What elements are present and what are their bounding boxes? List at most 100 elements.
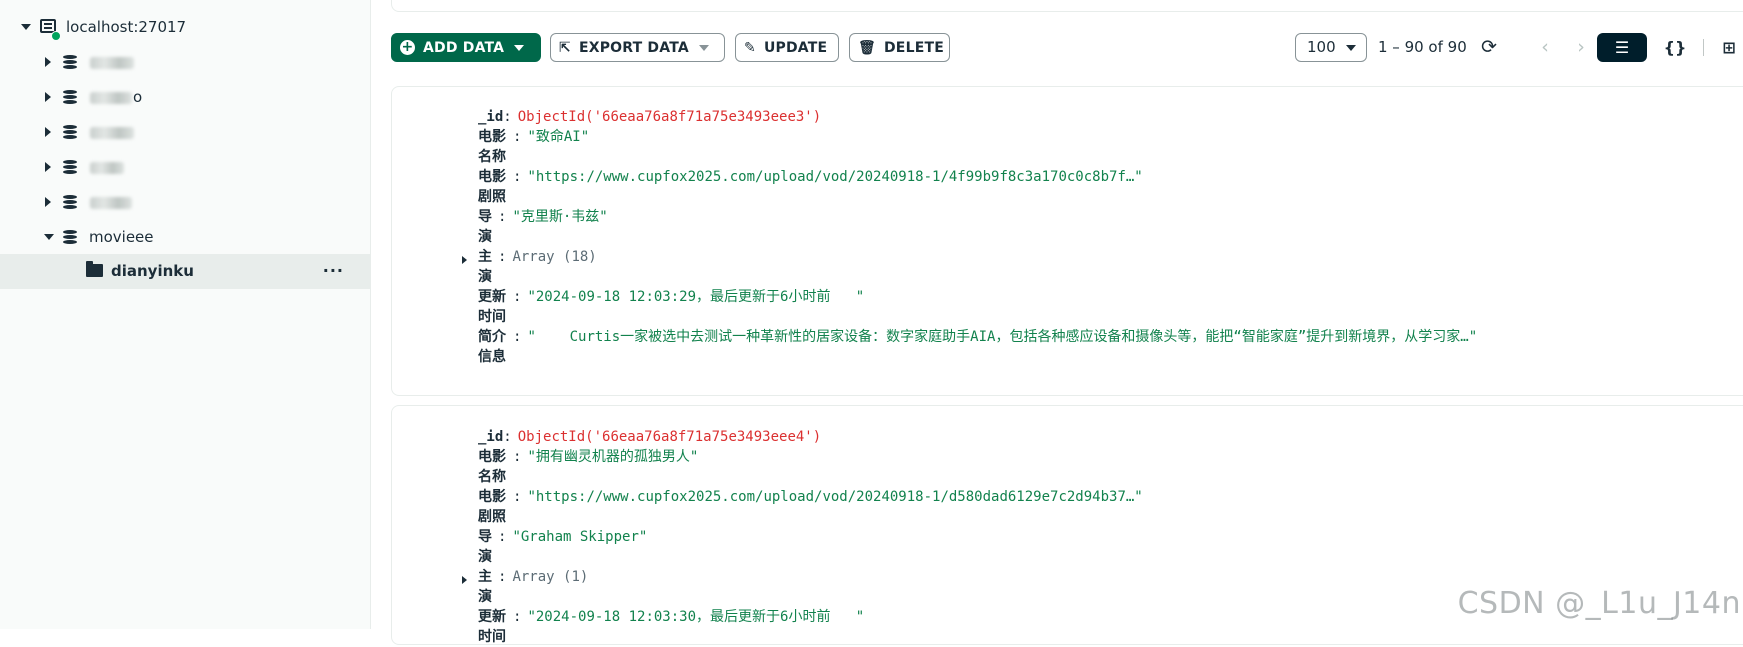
- chevron-right-icon[interactable]: [45, 92, 51, 102]
- more-options-icon[interactable]: ···: [323, 261, 344, 280]
- field-director[interactable]: 导演: "克里斯·韦兹": [478, 207, 1477, 247]
- field-key: 电影剧照: [478, 489, 506, 525]
- delete-label: DELETE: [883, 39, 944, 56]
- field-value-string: " Curtis一家被选中去测试一种革新性的居家设备：数字家庭助手AIA，包括各…: [527, 329, 1478, 345]
- add-data-button[interactable]: + ADD DATA: [391, 33, 541, 62]
- chevron-down-icon[interactable]: [21, 24, 31, 30]
- field-photo[interactable]: 电影剧照: "https://www.cupfox2025.com/upload…: [478, 167, 1477, 207]
- trash-icon: 🗑: [858, 39, 876, 56]
- field-key: 主演: [478, 569, 492, 605]
- field-key: 导演: [478, 529, 492, 565]
- export-icon: ⇱: [559, 39, 571, 56]
- redacted-database-name: [90, 162, 124, 174]
- pagination-text: 1 – 90 of 90: [1378, 38, 1467, 56]
- expand-caret-icon[interactable]: [462, 576, 467, 584]
- sidebar-item-dianyinku[interactable]: dianyinku ···: [0, 254, 370, 289]
- refresh-icon[interactable]: ⟳: [1477, 35, 1501, 59]
- database-icon: [63, 230, 77, 244]
- field-updated[interactable]: 更新时间: "2024-09-18 12:03:29，最后更新于6小时前 ": [478, 287, 1477, 327]
- field-key: 简介信息: [478, 329, 506, 365]
- pencil-icon: ✎: [744, 39, 756, 56]
- document-fields: _id: ObjectId('66eaa76a8f71a75e3493eee3'…: [462, 107, 1477, 367]
- page-size-select[interactable]: 100: [1295, 33, 1367, 62]
- json-view-icon[interactable]: {}: [1655, 33, 1695, 62]
- database-icon: [63, 90, 77, 104]
- database-label: movieee: [89, 228, 154, 246]
- collection-label: dianyinku: [111, 262, 194, 280]
- field-summary[interactable]: 简介信息: " Curtis一家被选中去测试一种革新性的居家设备：数字家庭助手A…: [478, 327, 1477, 367]
- field-key: _id: [478, 429, 504, 445]
- update-label: UPDATE: [763, 39, 828, 56]
- page-size-value: 100: [1307, 38, 1336, 56]
- document-fields: _id: ObjectId('66eaa76a8f71a75e3493eee4'…: [462, 427, 1143, 647]
- field-key: 导演: [478, 209, 492, 245]
- connection-item[interactable]: localhost:27017: [0, 10, 370, 44]
- field-value-array: Array (18): [512, 249, 597, 265]
- field-photo[interactable]: 电影剧照: "https://www.cupfox2025.com/upload…: [478, 487, 1143, 527]
- update-button[interactable]: ✎ UPDATE: [735, 33, 839, 62]
- field-value-string: "https://www.cupfox2025.com/upload/vod/2…: [527, 489, 1143, 505]
- field-value-string: "致命AI": [527, 129, 590, 145]
- chevron-right-icon[interactable]: [45, 197, 51, 207]
- sidebar-item-database[interactable]: [0, 185, 370, 219]
- caret-down-icon: [1346, 45, 1356, 51]
- field-key: _id: [478, 109, 504, 125]
- field-key: 更新时间: [478, 289, 506, 325]
- field-key: 主演: [478, 249, 492, 285]
- chevron-right-icon[interactable]: [45, 127, 51, 137]
- field-value-string: "2024-09-18 12:03:30，最后更新于6小时前 ": [527, 609, 865, 625]
- field-key: 电影名称: [478, 129, 506, 165]
- caret-down-icon: [514, 44, 525, 51]
- field-value-objectid: ObjectId('66eaa76a8f71a75e3493eee4'): [517, 429, 822, 445]
- field-actors[interactable]: 主演: Array (1): [462, 567, 1143, 607]
- chevron-down-icon[interactable]: [44, 234, 54, 240]
- field-name[interactable]: 电影名称: "致命AI": [478, 127, 1477, 167]
- chevron-right-icon[interactable]: [45, 162, 51, 172]
- database-icon: [63, 195, 77, 209]
- redacted-database-name: [90, 57, 134, 69]
- field-value-objectid: ObjectId('66eaa76a8f71a75e3493eee3'): [517, 109, 822, 125]
- list-view-icon[interactable]: ☰: [1597, 33, 1647, 62]
- export-data-button[interactable]: ⇱ EXPORT DATA: [550, 33, 725, 62]
- sidebar-item-database[interactable]: o: [0, 80, 370, 114]
- field-value-string: "拥有幽灵机器的孤独男人": [527, 449, 699, 465]
- field-value-string: "克里斯·韦兹": [512, 209, 608, 225]
- field-name[interactable]: 电影名称: "拥有幽灵机器的孤独男人": [478, 447, 1143, 487]
- field-value-string: "https://www.cupfox2025.com/upload/vod/2…: [527, 169, 1143, 185]
- folder-icon: [86, 261, 103, 277]
- connected-status-icon: [51, 31, 61, 41]
- delete-button[interactable]: 🗑 DELETE: [849, 33, 950, 62]
- chevron-right-icon[interactable]: ›: [1569, 35, 1593, 59]
- watermark: CSDN @_L1u_J14n: [1457, 586, 1741, 621]
- field-updated[interactable]: 更新时间: "2024-09-18 12:03:30，最后更新于6小时前 ": [478, 607, 1143, 647]
- main-panel: + ADD DATA ⇱ EXPORT DATA ✎ UPDATE 🗑 DELE…: [391, 0, 1743, 645]
- document-card[interactable]: _id: ObjectId('66eaa76a8f71a75e3493eee3'…: [391, 86, 1743, 396]
- caret-down-icon: [698, 44, 709, 51]
- field-key: 更新时间: [478, 609, 506, 645]
- database-icon: [63, 160, 77, 174]
- database-icon: [63, 55, 77, 69]
- chevron-right-icon[interactable]: [45, 57, 51, 67]
- add-data-label: ADD DATA: [423, 39, 505, 56]
- sidebar-item-database[interactable]: [0, 115, 370, 149]
- export-data-label: EXPORT DATA: [578, 39, 689, 56]
- sidebar-item-movieee[interactable]: movieee: [0, 220, 370, 254]
- toggle-divider: [1703, 39, 1704, 56]
- chevron-left-icon[interactable]: ‹: [1533, 35, 1557, 59]
- database-icon: [63, 125, 77, 139]
- field-value-string: "Graham Skipper": [512, 529, 648, 545]
- field-value-string: "2024-09-18 12:03:29，最后更新于6小时前 ": [527, 289, 865, 305]
- table-view-icon[interactable]: ⊞: [1709, 33, 1743, 62]
- field-key: 电影名称: [478, 449, 506, 485]
- expand-caret-icon[interactable]: [462, 256, 467, 264]
- sidebar-item-database[interactable]: [0, 150, 370, 184]
- field-id[interactable]: _id: ObjectId('66eaa76a8f71a75e3493eee3'…: [478, 107, 1477, 127]
- field-key: 电影剧照: [478, 169, 506, 205]
- sidebar: localhost:27017 o movieee dianyinku ···: [0, 0, 371, 629]
- field-id[interactable]: _id: ObjectId('66eaa76a8f71a75e3493eee4'…: [478, 427, 1143, 447]
- sidebar-item-database[interactable]: [0, 45, 370, 79]
- documents-toolbar: + ADD DATA ⇱ EXPORT DATA ✎ UPDATE 🗑 DELE…: [391, 33, 1743, 62]
- field-actors[interactable]: 主演: Array (18): [462, 247, 1477, 287]
- field-director[interactable]: 导演: "Graham Skipper": [478, 527, 1143, 567]
- field-value-array: Array (1): [512, 569, 589, 585]
